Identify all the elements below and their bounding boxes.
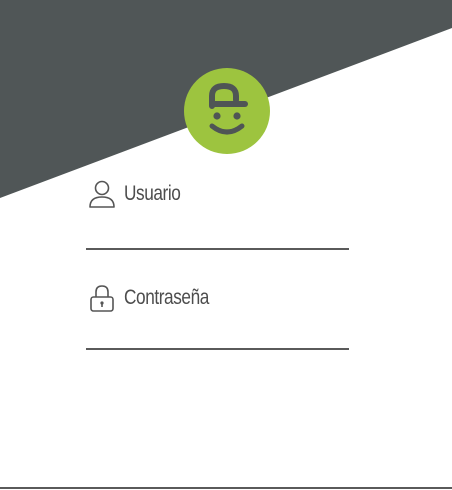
bottom-divider <box>0 487 452 489</box>
lock-icon <box>90 285 114 312</box>
username-field: Usuario <box>86 176 349 252</box>
login-screen: Usuario Contraseña <box>0 0 452 490</box>
password-input[interactable] <box>86 322 349 346</box>
password-label-row: Contraseña <box>86 280 349 316</box>
password-underline <box>86 348 349 350</box>
username-underline <box>86 248 349 250</box>
user-icon <box>89 180 115 208</box>
username-label-row: Usuario <box>86 176 349 212</box>
password-label: Contraseña <box>124 286 209 309</box>
smiley-cap-logo-icon <box>209 82 248 135</box>
username-input[interactable] <box>86 222 349 246</box>
password-field: Contraseña <box>86 280 349 352</box>
app-logo-avatar <box>184 68 270 154</box>
username-label: Usuario <box>124 182 181 205</box>
